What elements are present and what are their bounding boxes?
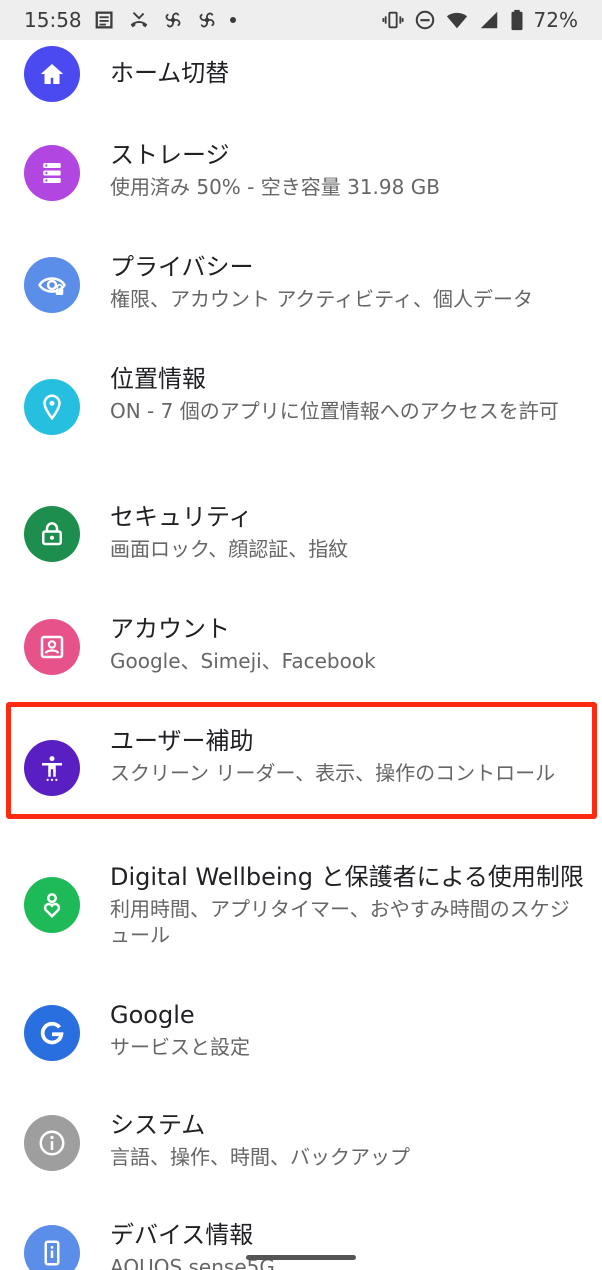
phone-icon bbox=[24, 1225, 80, 1270]
setting-privacy[interactable]: プライバシー 権限、アカウント アクティビティ、個人データ bbox=[0, 252, 602, 352]
setting-title: プライバシー bbox=[110, 253, 254, 281]
setting-accounts[interactable]: アカウント Google、Simeji、Facebook bbox=[0, 614, 602, 714]
fan-icon bbox=[162, 9, 184, 31]
wellbeing-heart-icon bbox=[24, 877, 80, 933]
setting-accessibility[interactable]: ユーザー補助 スクリーン リーダー、表示、操作のコントロール bbox=[0, 726, 602, 846]
account-card-icon bbox=[24, 619, 80, 675]
gesture-nav-handle[interactable] bbox=[246, 1255, 356, 1260]
privacy-eye-icon bbox=[24, 257, 80, 313]
lock-icon bbox=[24, 506, 80, 562]
setting-summary: 言語、操作、時間、バックアップ bbox=[110, 1145, 410, 1169]
vibrate-icon bbox=[382, 9, 404, 31]
setting-summary: 利用時間、アプリタイマー、おやすみ時間のスケジュール bbox=[110, 897, 570, 947]
fan-icon bbox=[196, 9, 218, 31]
signal-icon bbox=[478, 9, 500, 31]
storage-icon bbox=[24, 145, 80, 201]
status-bar: 15:58 72% bbox=[0, 0, 602, 40]
setting-summary: スクリーン リーダー、表示、操作のコントロール bbox=[110, 761, 556, 785]
setting-title: ユーザー補助 bbox=[110, 727, 254, 755]
location-pin-icon bbox=[24, 379, 80, 435]
setting-location[interactable]: 位置情報 ON - 7 個のアプリに位置情報へのアクセスを許可 bbox=[0, 364, 602, 484]
setting-summary: 使用済み 50% - 空き容量 31.98 GB bbox=[110, 175, 440, 199]
missed-call-icon bbox=[128, 9, 150, 31]
setting-title: システム bbox=[110, 1111, 206, 1139]
accessibility-icon bbox=[24, 740, 80, 796]
battery-percent: 72% bbox=[533, 8, 578, 32]
setting-system[interactable]: システム 言語、操作、時間、バックアップ bbox=[0, 1110, 602, 1210]
setting-title: Google bbox=[110, 1001, 195, 1029]
setting-summary: ON - 7 個のアプリに位置情報へのアクセスを許可 bbox=[110, 399, 559, 423]
setting-summary: 画面ロック、顔認証、指紋 bbox=[110, 537, 349, 561]
setting-wellbeing[interactable]: Digital Wellbeing と保護者による使用制限 利用時間、アプリタイ… bbox=[0, 862, 602, 982]
google-g-icon bbox=[24, 1005, 80, 1061]
setting-google[interactable]: Google サービスと設定 bbox=[0, 1000, 602, 1100]
info-icon bbox=[24, 1115, 80, 1171]
dnd-icon bbox=[414, 9, 436, 31]
status-bar-right: 72% bbox=[382, 8, 578, 32]
setting-about-device[interactable]: デバイス情報 AQUOS sense5G bbox=[0, 1220, 602, 1270]
setting-security[interactable]: セキュリティ 画面ロック、顔認証、指紋 bbox=[0, 502, 602, 602]
setting-home[interactable]: ホーム切替 bbox=[0, 40, 602, 110]
setting-title: ホーム切替 bbox=[110, 59, 230, 87]
setting-summary: Google、Simeji、Facebook bbox=[110, 649, 376, 673]
setting-summary: 権限、アカウント アクティビティ、個人データ bbox=[110, 287, 533, 311]
home-icon bbox=[24, 46, 80, 102]
dot-icon bbox=[229, 17, 236, 23]
news-icon bbox=[94, 9, 116, 31]
clock: 15:58 bbox=[24, 8, 82, 32]
setting-storage[interactable]: ストレージ 使用済み 50% - 空き容量 31.98 GB bbox=[0, 140, 602, 240]
setting-title: Digital Wellbeing と保護者による使用制限 bbox=[110, 863, 584, 891]
setting-title: ストレージ bbox=[110, 141, 230, 169]
status-bar-left: 15:58 bbox=[24, 8, 236, 32]
setting-title: アカウント bbox=[110, 615, 230, 643]
wifi-icon bbox=[446, 9, 468, 31]
battery-icon bbox=[510, 9, 524, 31]
setting-title: セキュリティ bbox=[110, 503, 253, 531]
setting-title: 位置情報 bbox=[110, 365, 206, 393]
setting-title: デバイス情報 bbox=[110, 1221, 254, 1249]
setting-summary: サービスと設定 bbox=[110, 1035, 250, 1059]
